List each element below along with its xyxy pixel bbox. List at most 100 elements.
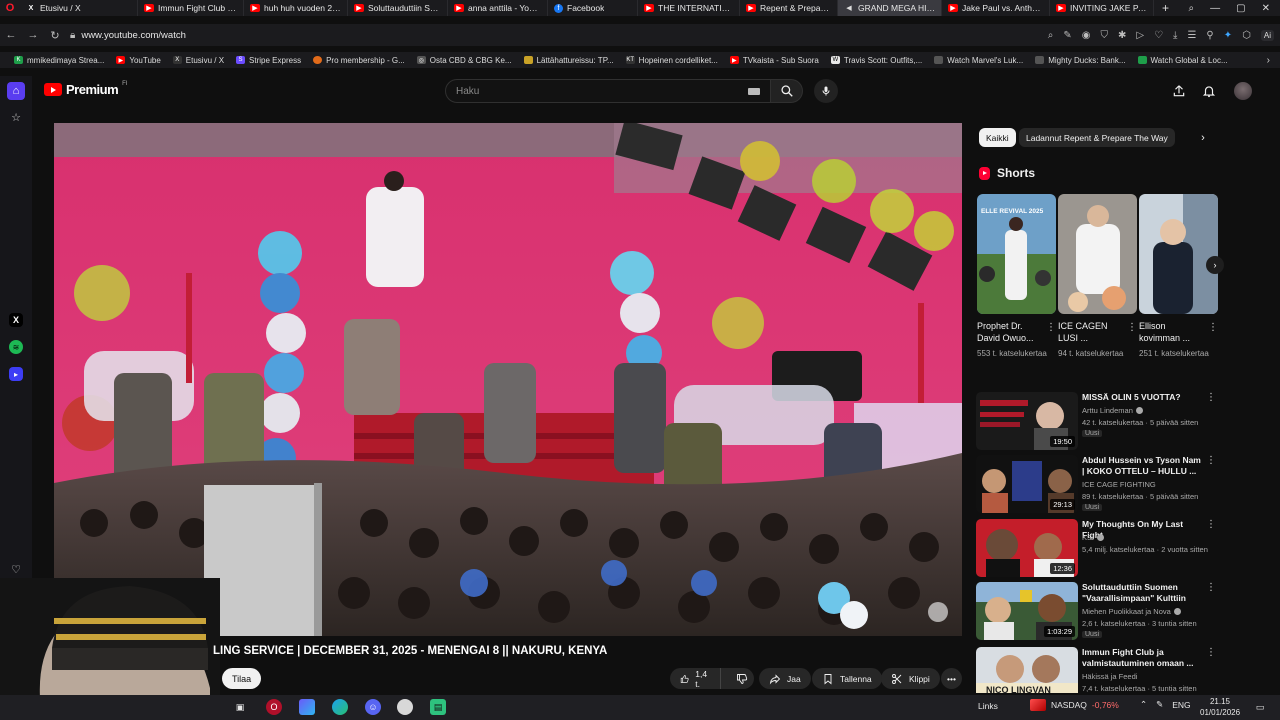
menu-icon[interactable]: ☰ xyxy=(1187,30,1196,41)
share-button[interactable]: Jaa xyxy=(759,668,811,689)
short-item[interactable]: ICE CAGEN LUSI ... 94 t. katselukertaa ⋮ xyxy=(1058,194,1137,359)
heart-sidebar-icon[interactable]: ♡ xyxy=(7,560,25,578)
browser-tab[interactable]: ▶ Jake Paul vs. Anthony xyxy=(942,0,1050,16)
notification-center-icon[interactable]: ▭ xyxy=(1252,699,1268,715)
more-vertical-icon[interactable]: ⋮ xyxy=(1206,455,1216,466)
bookmark-item[interactable]: X Etusivu / X xyxy=(167,56,230,65)
keyboard-icon[interactable] xyxy=(748,88,760,95)
short-title[interactable]: Prophet Dr. David Owuo... xyxy=(977,320,1041,344)
discord-icon[interactable]: ☺ xyxy=(365,699,381,715)
app-taskbar-icon[interactable] xyxy=(397,699,413,715)
youtube-premium-logo[interactable]: Premium FI xyxy=(44,81,127,97)
bookmark-item[interactable]: S Stripe Express xyxy=(230,56,307,65)
bookmark-item[interactable]: Watch Global & Loc... xyxy=(1132,56,1234,65)
recommended-video[interactable]: 19:50 MISSÄ OLIN 5 VUOTTA? Arttu Lindema… xyxy=(976,392,1220,450)
channel-name[interactable]: ICE CAGE FIGHTING xyxy=(1082,480,1156,489)
reload-button[interactable]: ↻ xyxy=(44,29,66,42)
video-thumbnail[interactable]: 29:13 xyxy=(976,455,1078,513)
browser-tab[interactable]: ▶ Soluttauduttiin Suome xyxy=(348,0,448,16)
download-icon[interactable]: ⤓ xyxy=(1173,30,1177,41)
more-vertical-icon[interactable]: ⋮ xyxy=(1208,322,1218,333)
recommended-video[interactable]: 29:13 Abdul Hussein vs Tyson Nam | KOKO … xyxy=(976,455,1220,513)
lock-icon[interactable]: 🔒︎ xyxy=(70,30,75,41)
profile-icon[interactable]: ⚲ xyxy=(1206,30,1213,41)
bookmark-item[interactable]: ▶ TVkaista - Sub Suora xyxy=(724,56,825,65)
bookmark-item[interactable]: KT Hopeinen cordelliket... xyxy=(620,56,724,65)
channel-name[interactable]: Häkissä ja Feedi xyxy=(1082,672,1137,681)
video-thumbnail[interactable]: NICO LINGVAN xyxy=(976,647,1078,693)
search-tabs-icon[interactable]: ⌕ xyxy=(1189,3,1195,14)
player-icon[interactable]: ▸ xyxy=(9,367,23,381)
bookmark-item[interactable]: W Travis Scott: Outfits,... xyxy=(825,56,928,65)
browser-tab[interactable]: X Etusivu / X xyxy=(20,0,138,16)
links-toolbar[interactable]: Links xyxy=(978,701,998,711)
avatar[interactable] xyxy=(1234,82,1252,100)
shorts-next-button[interactable]: › xyxy=(1206,256,1224,274)
channel-name[interactable]: Miehen Puolikkaat ja Nova xyxy=(1082,607,1181,616)
video-title[interactable]: Immun Fight Club ja valmistautuminen oma… xyxy=(1082,647,1202,669)
short-thumbnail[interactable] xyxy=(1139,194,1218,314)
short-thumbnail[interactable] xyxy=(1058,194,1137,314)
recommended-video[interactable]: NICO LINGVAN Immun Fight Club ja valmist… xyxy=(976,647,1220,693)
cube-icon[interactable]: ⬡ xyxy=(1242,30,1251,41)
ai-button[interactable]: Ai xyxy=(1260,29,1274,41)
search-icon[interactable]: ⌕ xyxy=(1048,30,1054,41)
dislike-button[interactable] xyxy=(727,668,757,689)
video-thumbnail[interactable]: 12:36 xyxy=(976,519,1078,577)
pen-icon[interactable]: ✎ xyxy=(1156,699,1163,710)
video-thumbnail[interactable]: 1:03:29 xyxy=(976,582,1078,640)
more-vertical-icon[interactable]: ⋮ xyxy=(1206,582,1216,593)
pin-icon[interactable]: ☆ xyxy=(7,108,25,126)
clip-button[interactable]: Klippi xyxy=(881,668,940,689)
browser-tab[interactable]: ▶ INVITING JAKE PAUL T xyxy=(1050,0,1154,16)
bookmark-item[interactable]: Lättähattureissu: TP... xyxy=(518,56,620,65)
forward-button[interactable]: → xyxy=(22,29,44,41)
voice-search-button[interactable] xyxy=(814,79,838,103)
search-input[interactable] xyxy=(456,85,736,97)
play-icon[interactable]: ▷ xyxy=(1136,30,1144,41)
like-button[interactable]: 1,4 t. xyxy=(670,668,721,689)
edge-icon[interactable] xyxy=(332,699,348,715)
bookmark-item[interactable]: Pro membership - G... xyxy=(307,56,411,65)
recommended-video[interactable]: 12:36 My Thoughts On My Last Fight KSI 5… xyxy=(976,519,1220,577)
bookmark-item[interactable]: ▶ YouTube xyxy=(110,56,166,65)
spotify-icon[interactable]: ≋ xyxy=(9,340,23,354)
more-actions-button[interactable]: ••• xyxy=(941,668,962,689)
bookmark-item[interactable]: ◎ Osta CBD & CBG Ke... xyxy=(411,56,518,65)
browser-tab[interactable]: f Facebook xyxy=(548,0,638,16)
more-vertical-icon[interactable]: ⋮ xyxy=(1127,322,1137,333)
extension-icon[interactable]: ✱ xyxy=(1118,30,1126,41)
video-title[interactable]: Soluttauduttiin Suomen "Vaarallisimpaan"… xyxy=(1082,582,1202,604)
maximize-button[interactable]: ▢ xyxy=(1236,3,1245,14)
short-item[interactable]: Ellison kovimman ... 251 t. katselukerta… xyxy=(1139,194,1218,359)
stock-ticker[interactable]: NASDAQ -0,76% xyxy=(1030,699,1119,711)
language-indicator[interactable]: ENG xyxy=(1172,700,1190,710)
video-player[interactable] xyxy=(54,123,962,636)
bookmark-item[interactable]: Kmmikedimaya Strea... xyxy=(8,56,110,65)
video-title[interactable]: Abdul Hussein vs Tyson Nam | KOKO OTTELU… xyxy=(1082,455,1202,477)
short-title[interactable]: ICE CAGEN LUSI ... xyxy=(1058,320,1122,344)
browser-tab[interactable]: ◀ GRAND MEGA HISTO xyxy=(838,0,942,16)
bookmark-item[interactable]: Mighty Ducks: Bank... xyxy=(1029,56,1131,65)
recommended-video[interactable]: 1:03:29 Soluttauduttiin Suomen "Vaaralli… xyxy=(976,582,1220,640)
chevron-up-icon[interactable]: ⌃ xyxy=(1140,699,1147,710)
more-vertical-icon[interactable]: ⋮ xyxy=(1046,322,1056,333)
app-taskbar-icon[interactable] xyxy=(299,699,315,715)
camera-icon[interactable]: ◉ xyxy=(1082,30,1091,41)
x-sidebar-icon[interactable]: X xyxy=(9,313,23,327)
minimize-button[interactable]: — xyxy=(1210,3,1220,14)
opera-logo-icon[interactable]: O xyxy=(0,0,20,16)
browser-tab[interactable]: ▶ anna anttila - YouTube xyxy=(448,0,548,16)
create-button[interactable] xyxy=(1170,82,1188,100)
more-vertical-icon[interactable]: ⋮ xyxy=(1206,519,1216,530)
video-title[interactable]: MISSÄ OLIN 5 VUOTTA? xyxy=(1082,392,1202,403)
short-title[interactable]: Ellison kovimman ... xyxy=(1139,320,1203,344)
back-button[interactable]: ← xyxy=(0,29,22,41)
browser-tab[interactable]: ▶ Repent & Prepare The xyxy=(740,0,838,16)
new-tab-button[interactable]: + xyxy=(1154,1,1177,15)
video-thumbnail[interactable]: 19:50 xyxy=(976,392,1078,450)
browser-tab[interactable]: ▶ huh huh vuoden 2026 xyxy=(244,0,348,16)
browser-tab[interactable]: ▶ Immun Fight Club ja v xyxy=(138,0,244,16)
opera-taskbar-icon[interactable]: O xyxy=(266,699,282,715)
notifications-button[interactable] xyxy=(1200,82,1218,100)
